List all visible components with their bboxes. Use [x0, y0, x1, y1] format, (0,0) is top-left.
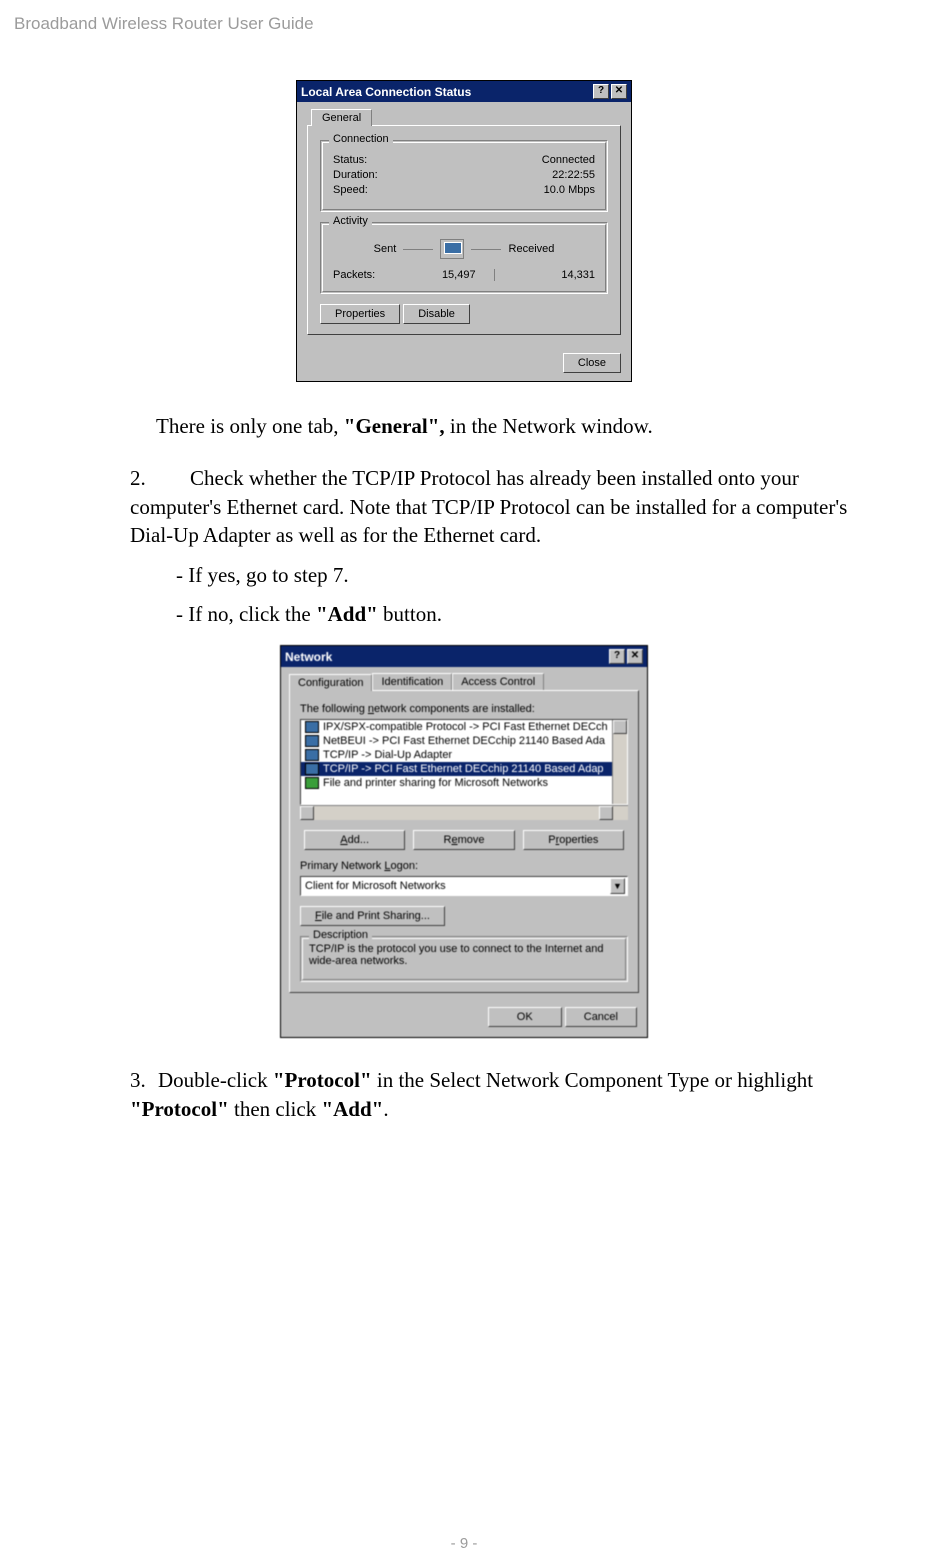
add-button[interactable]: Add... [304, 830, 405, 850]
list-item-text: File and printer sharing for Microsoft N… [323, 777, 548, 789]
text-bold: "Add" [321, 1097, 383, 1121]
duration-value: 22:22:55 [552, 169, 595, 181]
tab-access-control[interactable]: Access Control [452, 673, 544, 690]
list-item-text: TCP/IP -> Dial-Up Adapter [323, 749, 452, 761]
list-item[interactable]: IPX/SPX-compatible Protocol -> PCI Fast … [301, 720, 627, 734]
protocol-icon [305, 749, 319, 761]
help-button[interactable]: ? [609, 649, 625, 664]
step-2: 2.Check whether the TCP/IP Protocol has … [130, 464, 864, 549]
text-bold: "Add" [316, 602, 378, 626]
page-header: Broadband Wireless Router User Guide [14, 14, 314, 34]
text: button. [378, 602, 442, 626]
configuration-panel: The following network components are ins… [289, 690, 639, 993]
page-footer: - 9 - [0, 1535, 928, 1552]
description-text: TCP/IP is the protocol you use to connec… [309, 943, 619, 967]
network-icon [440, 239, 464, 259]
list-item[interactable]: TCP/IP -> Dial-Up Adapter [301, 748, 627, 762]
help-button[interactable]: ? [593, 84, 609, 99]
list-item-text: NetBEUI -> PCI Fast Ethernet DECchip 211… [323, 735, 605, 747]
step-number: 3. [130, 1066, 158, 1094]
protocol-icon [305, 735, 319, 747]
local-area-connection-dialog: Local Area Connection Status ? ✕ General… [296, 80, 632, 382]
horizontal-scrollbar[interactable] [300, 805, 628, 820]
bullet-yes: - If yes, go to step 7. [176, 563, 928, 588]
list-item[interactable]: NetBEUI -> PCI Fast Ethernet DECchip 211… [301, 734, 627, 748]
speed-label: Speed: [333, 184, 368, 196]
paragraph-general-tab: There is only one tab, "General", in the… [156, 412, 778, 440]
remove-button[interactable]: Remove [413, 830, 514, 850]
description-group: Description TCP/IP is the protocol you u… [300, 936, 628, 982]
page-content: Local Area Connection Status ? ✕ General… [0, 80, 928, 1123]
close-button[interactable]: ✕ [627, 649, 643, 664]
text: . [383, 1097, 388, 1121]
received-label: Received [509, 243, 555, 255]
packets-received-value: 14,331 [561, 269, 595, 281]
text: in the Network window. [445, 414, 653, 438]
protocol-icon [305, 763, 319, 775]
duration-label: Duration: [333, 169, 378, 181]
bullet-no: - If no, click the "Add" button. [176, 602, 928, 627]
network-dialog: Network ? ✕ ConfigurationIdentificationA… [280, 645, 648, 1038]
packets-label: Packets: [333, 269, 375, 281]
properties-button[interactable]: Properties [320, 304, 400, 324]
group-title-activity: Activity [329, 215, 372, 227]
ok-button[interactable]: OK [488, 1007, 562, 1027]
tab-identification[interactable]: Identification [372, 673, 452, 690]
protocol-icon [305, 721, 319, 733]
properties-button[interactable]: Properties [523, 830, 624, 850]
dropdown-arrow-icon[interactable]: ▼ [610, 878, 625, 894]
tab-general[interactable]: General [311, 109, 372, 126]
close-dialog-button[interactable]: Close [563, 353, 621, 373]
primary-logon-label: Primary Network Logon: [300, 860, 628, 872]
status-value: Connected [542, 154, 595, 166]
combo-value: Client for Microsoft Networks [305, 880, 446, 892]
group-title-connection: Connection [329, 133, 393, 145]
speed-value: 10.0 Mbps [544, 184, 595, 196]
text-bold: "Protocol" [273, 1068, 372, 1092]
step-text: Check whether the TCP/IP Protocol has al… [130, 466, 847, 547]
components-label: The following network components are ins… [300, 703, 628, 715]
tab-configuration[interactable]: Configuration [289, 674, 372, 691]
text: There is only one tab, [156, 414, 344, 438]
step-3: 3.Double-click "Protocol" in the Select … [130, 1066, 864, 1123]
text-bold: "Protocol" [130, 1097, 229, 1121]
packets-sent-value: 15,497 [442, 269, 495, 281]
text-bold: "General", [344, 414, 445, 438]
list-item-text: IPX/SPX-compatible Protocol -> PCI Fast … [323, 721, 608, 733]
text: in the Select Network Component Type or … [372, 1068, 813, 1092]
title-bar: Local Area Connection Status ? ✕ [297, 81, 631, 102]
list-item-selected[interactable]: TCP/IP -> PCI Fast Ethernet DECchip 2114… [301, 762, 627, 776]
sent-label: Sent [374, 243, 397, 255]
status-label: Status: [333, 154, 367, 166]
title-bar: Network ? ✕ [281, 646, 647, 667]
connection-group: Connection Status:Connected Duration:22:… [320, 140, 608, 212]
dialog-title: Local Area Connection Status [301, 85, 591, 99]
file-print-sharing-button[interactable]: File and Print Sharing... [300, 906, 445, 926]
disable-button[interactable]: Disable [403, 304, 470, 324]
step-number: 2. [130, 464, 158, 492]
activity-group: Activity Sent Received Packets [320, 222, 608, 294]
list-item[interactable]: File and printer sharing for Microsoft N… [301, 776, 627, 790]
text: then click [229, 1097, 322, 1121]
tab-panel: Connection Status: Connected Duration: 22:… [307, 125, 621, 335]
scroll-left-button[interactable] [300, 806, 314, 820]
close-button[interactable]: ✕ [611, 84, 627, 99]
scroll-right-button[interactable] [599, 806, 613, 820]
text: - If no, click the [176, 602, 316, 626]
dialog-title: Network [285, 650, 607, 664]
cancel-button[interactable]: Cancel [565, 1007, 637, 1027]
vertical-scrollbar[interactable] [612, 720, 627, 804]
group-title-description: Description [309, 929, 372, 941]
service-icon [305, 777, 319, 789]
list-item-text: TCP/IP -> PCI Fast Ethernet DECchip 2114… [323, 763, 604, 775]
components-listbox[interactable]: IPX/SPX-compatible Protocol -> PCI Fast … [300, 719, 628, 805]
text: Double-click [158, 1068, 273, 1092]
primary-logon-combo[interactable]: Client for Microsoft Networks ▼ [300, 876, 628, 896]
scroll-up-button[interactable] [613, 720, 627, 734]
